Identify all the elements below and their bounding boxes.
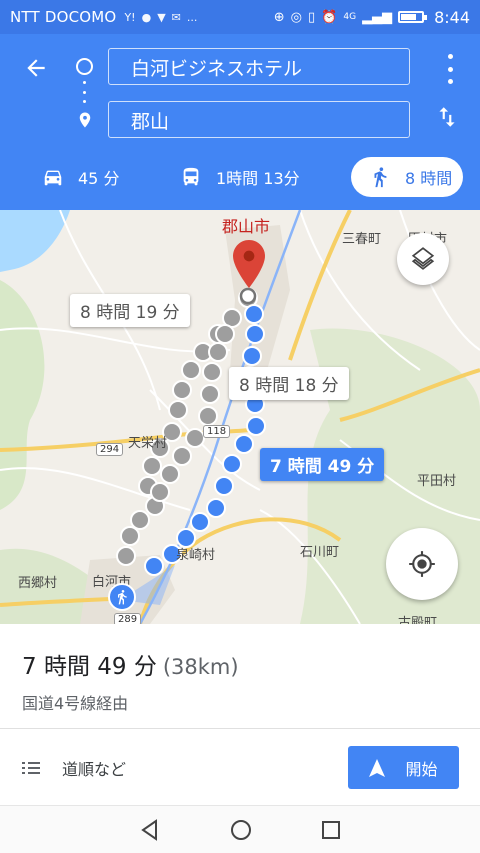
road-shield-294: 294: [96, 443, 124, 456]
line-icon: ●: [141, 10, 152, 24]
mode-walk-tab[interactable]: 8 時間: [351, 157, 463, 197]
nav-home-icon[interactable]: [229, 818, 253, 842]
mode-car-tab[interactable]: 45 分: [42, 157, 119, 197]
carrier-name: NTT DOCOMO: [10, 8, 117, 26]
mode-transit-tab[interactable]: 1時間 13分: [180, 157, 300, 197]
walk-icon: [374, 167, 387, 188]
route-summary-sheet[interactable]: 7 時間 49 分 (38km) 国道4号線経由 道順など 開始: [0, 624, 480, 805]
start-label: 開始: [405, 759, 438, 779]
swap-vert-icon: [439, 107, 455, 127]
alt-route-dots: [116, 288, 258, 566]
route-connector: [83, 81, 86, 103]
more-notifications-icon: ...: [186, 10, 198, 24]
route-badge-selected[interactable]: 7 時間 49 分: [260, 448, 385, 481]
map-label-furudono: 古殿町: [398, 616, 438, 624]
road-shield-289: 289: [114, 613, 142, 624]
yahoo-icon: Y!: [124, 10, 136, 24]
map-label-izumizaki: 泉崎村: [176, 548, 216, 563]
notification-icons: Y! ● ▼ ✉ ...: [124, 11, 197, 24]
origin-walk-marker[interactable]: [108, 583, 136, 611]
route-badge-alt-2[interactable]: 8 時間 18 分: [229, 367, 349, 400]
steps-button[interactable]: 道順など: [22, 756, 126, 780]
directions-header: 白河ビジネスホテル 郡山 45 分 1時間 13分 8 時間: [0, 34, 480, 210]
crosshair-icon: [409, 551, 435, 577]
destination-marker-icon[interactable]: [233, 240, 265, 288]
vibrate-icon: ▯: [308, 9, 316, 25]
route-duration: 7 時間 49 分 (38km): [22, 647, 239, 681]
network-type: 4G: [343, 12, 357, 22]
battery-icon: [398, 11, 428, 23]
nfc-icon: ⊕: [273, 9, 285, 25]
list-icon: [22, 762, 40, 774]
walk-icon: [118, 590, 127, 605]
map-label-koriyama: 郡山市: [222, 217, 271, 236]
steps-label: 道順など: [62, 760, 127, 779]
arrow-back-icon: [27, 59, 45, 77]
map-label-hirata: 平田村: [417, 474, 457, 489]
navigation-arrow-icon: [369, 758, 386, 777]
signal-icon: ▂▄▆: [362, 9, 393, 25]
map-view[interactable]: 郡山市 三春町 田村市 天栄村 平田村 泉崎村 石川町 西郷村 白河市 古殿町 …: [0, 210, 480, 624]
route-distance: (38km): [162, 655, 239, 679]
destination-pin-icon: [76, 110, 94, 134]
car-icon: [44, 170, 62, 186]
status-icons: ⊕ ◎ ▯ ⏰ 4G ▂▄▆ 8:44: [274, 8, 470, 27]
my-location-button[interactable]: [386, 528, 458, 600]
layers-button[interactable]: [397, 233, 449, 285]
train-icon: [183, 167, 199, 186]
back-button[interactable]: [18, 50, 54, 86]
map-label-miharu: 三春町: [342, 232, 382, 247]
start-navigation-button[interactable]: 開始: [348, 746, 459, 789]
nav-back-icon[interactable]: [138, 818, 162, 842]
more-options-button[interactable]: [442, 54, 458, 84]
twitter-icon: ▼: [157, 10, 166, 24]
road-shield-118: 118: [203, 425, 231, 438]
route-badge-alt-1[interactable]: 8 時間 19 分: [70, 294, 190, 327]
nav-recents-icon[interactable]: [320, 819, 342, 841]
mode-car-label: 45 分: [78, 169, 120, 188]
origin-field[interactable]: 白河ビジネスホテル: [108, 48, 410, 85]
layers-icon: [411, 247, 435, 270]
location-icon: ◎: [290, 9, 303, 25]
duration-value: 7 時間 49 分: [22, 654, 157, 680]
divider: [0, 728, 480, 729]
destination-point-icon: [239, 287, 257, 305]
system-nav-bar: [0, 805, 480, 853]
status-bar: NTT DOCOMO Y! ● ▼ ✉ ... ⊕ ◎ ▯ ⏰ 4G ▂▄▆ 8…: [0, 0, 480, 34]
map-label-nishigo: 西郷村: [18, 576, 58, 591]
swap-locations-button[interactable]: [434, 104, 460, 134]
route-via: 国道4号線経由: [22, 694, 129, 713]
clock: 8:44: [434, 7, 470, 27]
alarm-icon: ⏰: [321, 9, 338, 25]
mail-icon: ✉: [171, 10, 181, 24]
origin-circle-icon: [76, 58, 93, 75]
map-label-ishikawa: 石川町: [300, 545, 340, 560]
map-label-tenei: 天栄村: [128, 436, 168, 451]
mode-transit-label: 1時間 13分: [216, 169, 300, 188]
mode-walk-label: 8 時間: [405, 169, 453, 188]
destination-field[interactable]: 郡山: [108, 101, 410, 138]
